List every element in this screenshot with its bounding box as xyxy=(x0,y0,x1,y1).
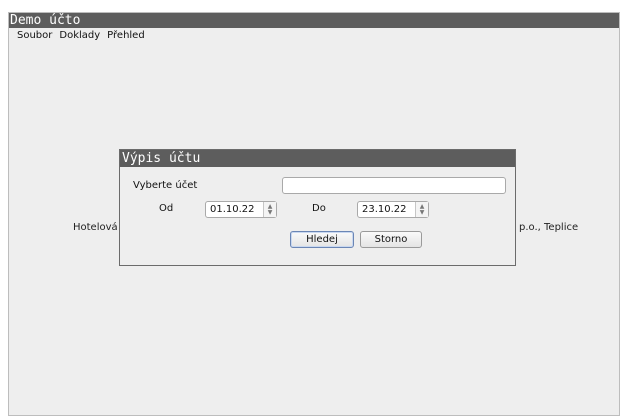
to-date-spinner[interactable]: 23.10.22 ▲ ▼ xyxy=(357,201,429,218)
from-date-value[interactable]: 01.10.22 xyxy=(206,204,263,215)
to-date-arrows[interactable]: ▲ ▼ xyxy=(415,202,428,217)
spinner-down-icon[interactable]: ▼ xyxy=(420,209,425,216)
menu-item-doklady[interactable]: Doklady xyxy=(59,30,100,41)
menu-bar: Soubor Doklady Přehled xyxy=(9,28,619,43)
menu-item-soubor[interactable]: Soubor xyxy=(17,30,52,41)
to-date-value[interactable]: 23.10.22 xyxy=(358,204,415,215)
from-date-arrows[interactable]: ▲ ▼ xyxy=(263,202,276,217)
account-label: Vyberte účet xyxy=(133,180,198,191)
from-label: Od xyxy=(159,203,174,214)
to-label: Do xyxy=(312,203,326,214)
spinner-down-icon[interactable]: ▼ xyxy=(268,209,273,216)
account-statement-dialog: Výpis účtu Vyberte účet Od 01.10.22 ▲ ▼ … xyxy=(119,149,516,266)
dialog-title: Výpis účtu xyxy=(120,150,515,167)
window-title: Demo účto xyxy=(9,13,619,28)
from-date-spinner[interactable]: 01.10.22 ▲ ▼ xyxy=(205,201,277,218)
cancel-button[interactable]: Storno xyxy=(360,231,422,248)
background-text-right: p.o., Teplice xyxy=(519,222,579,233)
menu-item-prehled[interactable]: Přehled xyxy=(107,30,145,41)
search-button[interactable]: Hledej xyxy=(290,231,354,248)
account-input[interactable] xyxy=(282,177,506,194)
